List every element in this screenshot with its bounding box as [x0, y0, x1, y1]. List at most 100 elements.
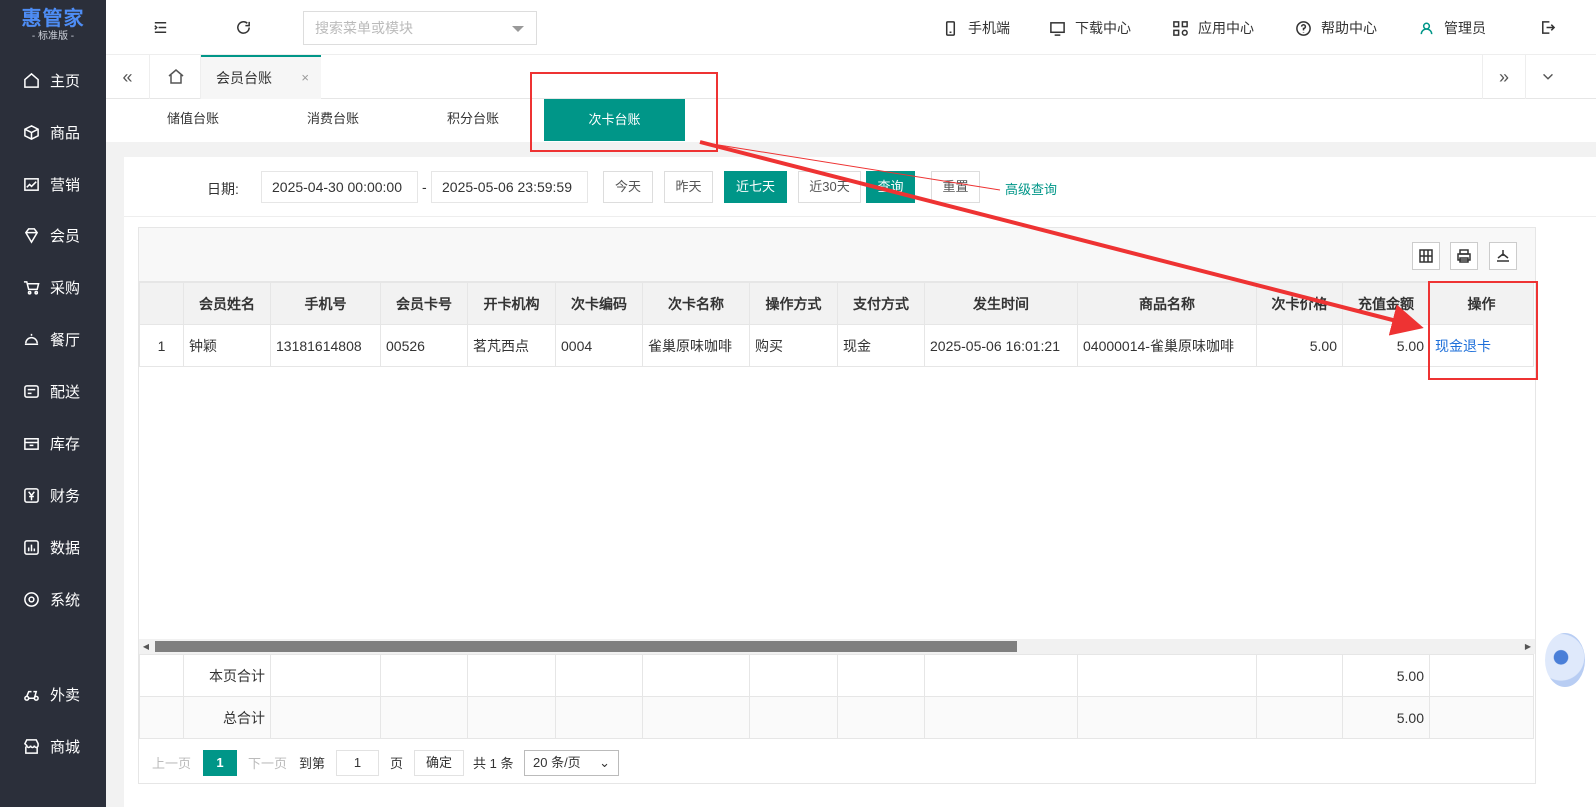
columns-filter-icon[interactable]: [1412, 242, 1440, 270]
sidebar-item-data[interactable]: 数据: [0, 527, 106, 567]
close-icon[interactable]: ×: [301, 70, 309, 85]
header-phone[interactable]: 手机号: [270, 282, 381, 325]
end-date-input[interactable]: 2025-05-06 23:59:59: [431, 171, 588, 203]
home-tab[interactable]: [151, 55, 201, 99]
header-card-no[interactable]: 会员卡号: [380, 282, 468, 325]
tab-label: 会员台账: [216, 70, 272, 86]
sidebar-item-label: 外卖: [50, 686, 81, 704]
cell-member-name: 钟颖: [183, 324, 271, 367]
help-center-link[interactable]: 帮助中心: [1295, 18, 1377, 38]
scroll-right-arrow-icon[interactable]: ▶: [1521, 639, 1535, 654]
sidebar-item-label: 商品: [50, 124, 81, 142]
current-page-button[interactable]: 1: [203, 750, 237, 776]
header-recharge-amount[interactable]: 充值金额: [1342, 282, 1430, 325]
user-name: 管理员: [1444, 20, 1486, 36]
sidebar-item-takeout[interactable]: 外卖: [0, 674, 106, 714]
sidebar-item-delivery[interactable]: 配送: [0, 371, 106, 411]
query-button[interactable]: 查询: [866, 171, 915, 203]
download-center-link[interactable]: 下载中心: [1049, 18, 1131, 38]
table-header: 会员姓名 手机号 会员卡号 开卡机构 次卡编码 次卡名称 操作方式 支付方式 发…: [139, 282, 1534, 325]
cell-operation: 购买: [749, 324, 838, 367]
tab-points-ledger[interactable]: 积分台账: [447, 99, 499, 142]
header-action: 操作: [1429, 282, 1534, 325]
header-operation[interactable]: 操作方式: [749, 282, 838, 325]
inventory-icon: [22, 434, 40, 452]
cell-payment: 现金: [837, 324, 925, 367]
sidebar-item-home[interactable]: 主页: [0, 60, 106, 100]
export-icon[interactable]: [1489, 242, 1517, 270]
logout-icon[interactable]: [1536, 16, 1558, 38]
horizontal-scrollbar[interactable]: ◀ ▶: [139, 639, 1535, 654]
app-center-link[interactable]: 应用中心: [1172, 18, 1254, 38]
cell-action: 现金退卡: [1429, 324, 1534, 367]
sidebar-item-mall[interactable]: 商城: [0, 726, 106, 766]
brand-name: 惠管家: [21, 8, 85, 30]
menu-search-input[interactable]: 搜索菜单或模块: [303, 11, 537, 45]
help-icon: [1296, 20, 1311, 36]
sidebar-item-label: 数据: [50, 539, 81, 557]
floating-assistant-icon[interactable]: [1545, 633, 1585, 687]
mobile-link[interactable]: 手机端: [942, 18, 1010, 38]
sidebar-item-inventory[interactable]: 库存: [0, 423, 106, 463]
page-size-select[interactable]: 20 条/页 ⌄: [524, 750, 619, 776]
refresh-icon[interactable]: [232, 16, 254, 38]
sidebar-item-finance[interactable]: 财务: [0, 475, 106, 515]
help-center-label: 帮助中心: [1321, 20, 1377, 36]
brand-logo: 惠管家 - 标准版 -: [0, 0, 106, 54]
apps-icon: [1173, 20, 1188, 36]
start-date-input[interactable]: 2025-04-30 00:00:00: [261, 171, 418, 203]
tabs-next-button[interactable]: »: [1482, 55, 1526, 99]
reset-button[interactable]: 重置: [931, 171, 980, 203]
scrollbar-thumb[interactable]: [155, 641, 1017, 652]
sidebar-item-marketing[interactable]: 营销: [0, 164, 106, 204]
yesterday-button[interactable]: 昨天: [664, 171, 713, 203]
filter-bar: 日期: 2025-04-30 00:00:00 - 2025-05-06 23:…: [124, 157, 1596, 217]
goto-confirm-button[interactable]: 确定: [414, 750, 464, 776]
sidebar-item-purchase[interactable]: 采购: [0, 267, 106, 307]
last-30-days-button[interactable]: 近30天: [798, 171, 861, 203]
header-card-price[interactable]: 次卡价格: [1256, 282, 1343, 325]
next-page-button[interactable]: 下一页: [248, 753, 287, 772]
tabs-more-button[interactable]: [1526, 55, 1570, 99]
header-card-org[interactable]: 开卡机构: [467, 282, 556, 325]
tab-stored-value-ledger[interactable]: 储值台账: [167, 99, 219, 142]
table-row[interactable]: 1 钟颖 13181614808 00526 茗芃西点 0004 雀巢原味咖啡 …: [139, 324, 1534, 367]
page-number-input[interactable]: 1: [336, 750, 379, 776]
header-card-code[interactable]: 次卡编码: [555, 282, 643, 325]
print-icon[interactable]: [1450, 242, 1478, 270]
cell-card-price: 5.00: [1256, 324, 1343, 367]
header-member-name[interactable]: 会员姓名: [183, 282, 271, 325]
sidebar-item-system[interactable]: 系统: [0, 579, 106, 619]
collapse-menu-icon[interactable]: [149, 16, 171, 38]
sidebar-item-restaurant[interactable]: 餐厅: [0, 319, 106, 359]
scroll-left-arrow-icon[interactable]: ◀: [139, 639, 153, 654]
sidebar-item-label: 财务: [50, 487, 81, 505]
cell-card-no: 00526: [380, 324, 468, 367]
tab-times-card-ledger[interactable]: 次卡台账: [544, 99, 685, 141]
page-total-row: 本页合计 5.00: [139, 654, 1534, 697]
last-7-days-button[interactable]: 近七天: [724, 171, 787, 203]
sidebar-item-label: 餐厅: [50, 331, 81, 349]
tabs-prev-button[interactable]: «: [106, 55, 150, 99]
header-payment[interactable]: 支付方式: [837, 282, 925, 325]
grand-total-amount: 5.00: [1342, 696, 1430, 739]
today-button[interactable]: 今天: [603, 171, 653, 203]
cart-icon: [22, 278, 40, 296]
tab-consumption-ledger[interactable]: 消费台账: [307, 99, 359, 142]
cash-refund-card-link[interactable]: 现金退卡: [1435, 338, 1491, 354]
table-body: 1 钟颖 13181614808 00526 茗芃西点 0004 雀巢原味咖啡 …: [139, 324, 1534, 367]
grand-total-label: 总合计: [183, 696, 271, 739]
chevron-down-icon: ⌄: [599, 755, 610, 770]
delivery-icon: [22, 382, 40, 400]
user-menu[interactable]: 管理员: [1418, 18, 1486, 38]
tab-member-ledger[interactable]: 会员台账 ×: [201, 55, 321, 99]
prev-page-button[interactable]: 上一页: [152, 753, 191, 772]
sidebar-item-member[interactable]: 会员: [0, 215, 106, 255]
page-total-label: 本页合计: [183, 654, 271, 697]
header-goods-name[interactable]: 商品名称: [1077, 282, 1257, 325]
brand-edition: - 标准版 -: [31, 31, 75, 42]
advanced-query-link[interactable]: 高级查询: [1005, 179, 1057, 198]
sidebar-item-goods[interactable]: 商品: [0, 112, 106, 152]
header-card-name[interactable]: 次卡名称: [642, 282, 750, 325]
header-time[interactable]: 发生时间: [924, 282, 1078, 325]
